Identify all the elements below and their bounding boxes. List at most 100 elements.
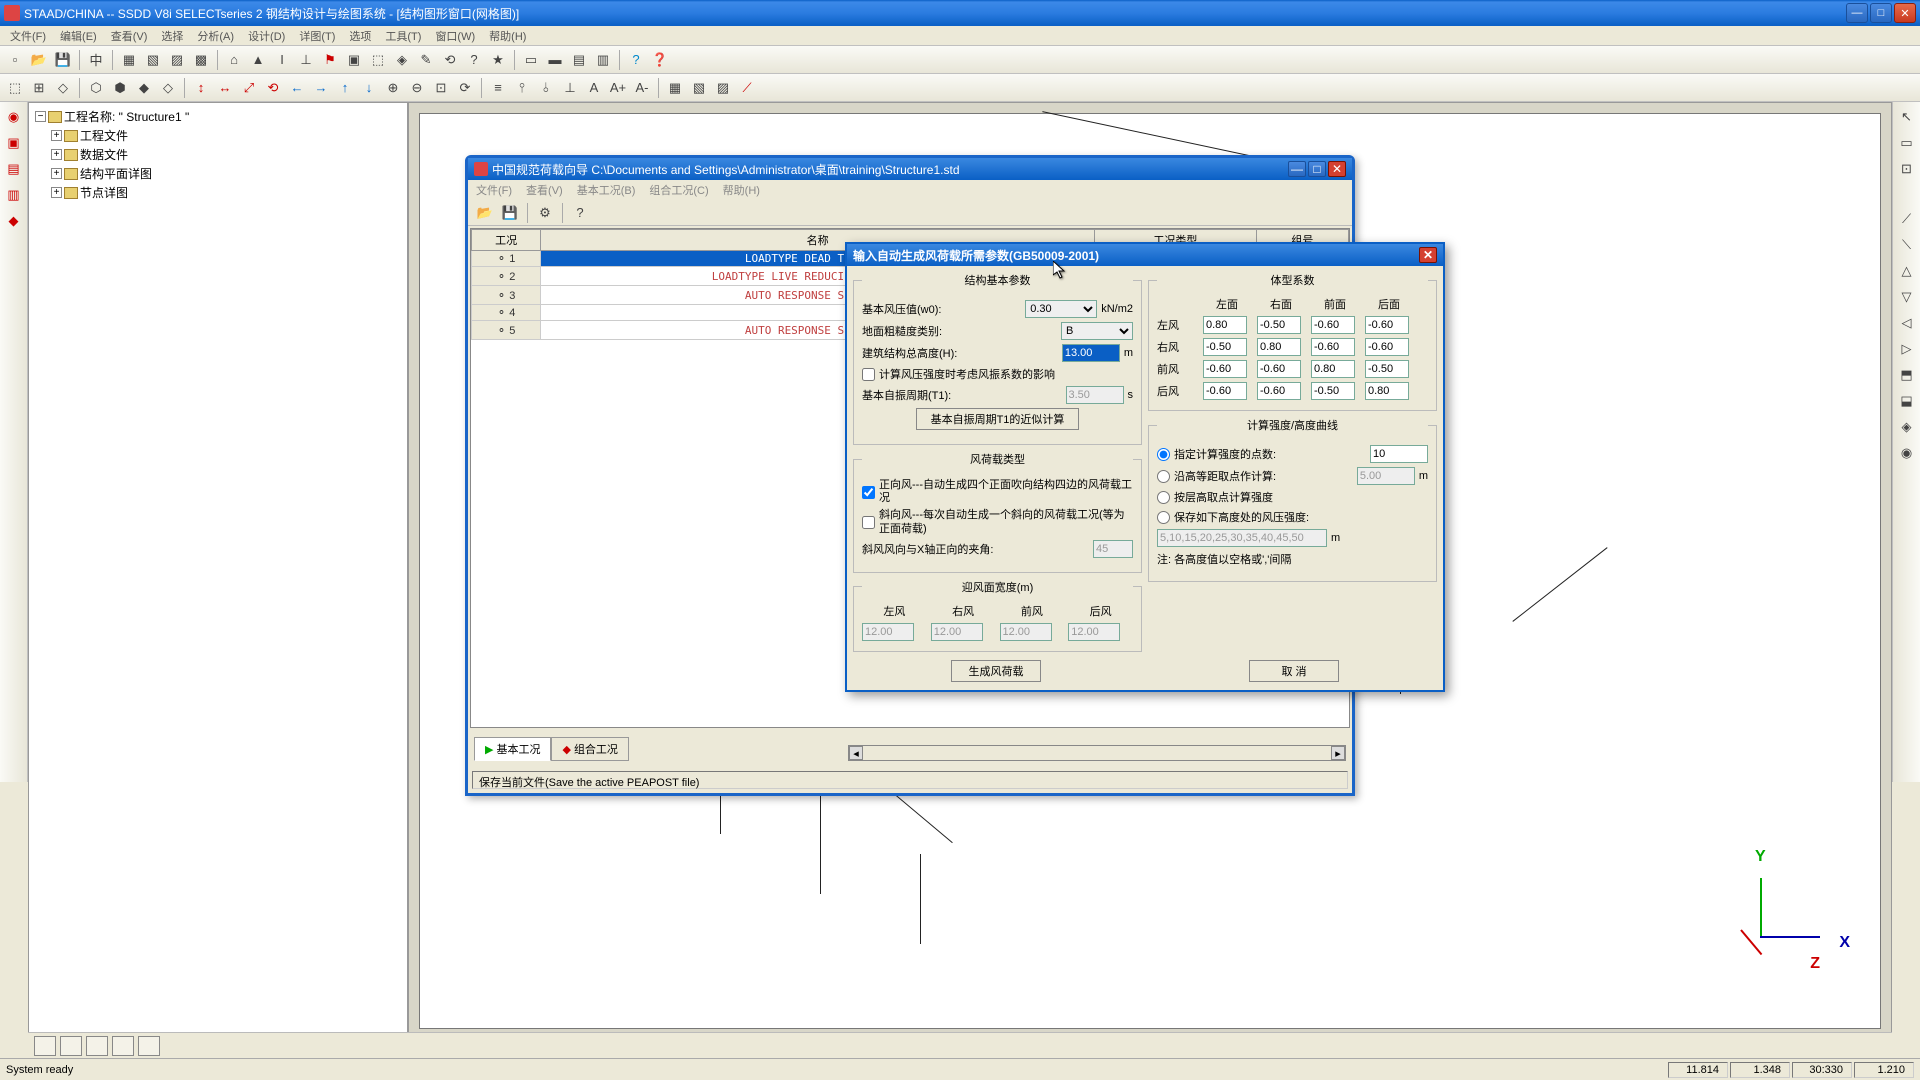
arrow-down-icon[interactable]: ↓ <box>358 77 380 99</box>
w0-select[interactable]: 0.30 <box>1025 300 1097 318</box>
t2-t-icon[interactable]: ▧ <box>688 77 710 99</box>
tree-item-1[interactable]: +数据文件 <box>33 145 403 164</box>
t2-p-icon[interactable]: A <box>583 77 605 99</box>
wiz-open-icon[interactable]: 📂 <box>474 202 496 224</box>
bi-5-icon[interactable] <box>138 1036 160 1056</box>
tool-c-icon[interactable]: ⊥ <box>295 49 317 71</box>
t2-c-icon[interactable]: ◇ <box>52 77 74 99</box>
tree-item-3[interactable]: +节点详图 <box>33 183 403 202</box>
coef-2-0[interactable] <box>1203 360 1247 378</box>
tool-e-icon[interactable]: ▣ <box>343 49 365 71</box>
vr-8-icon[interactable]: ◁ <box>1896 312 1918 334</box>
bi-2-icon[interactable] <box>60 1036 82 1056</box>
grid1-icon[interactable]: ▦ <box>118 49 140 71</box>
tool-j-icon[interactable]: ? <box>463 49 485 71</box>
vr-5-icon[interactable]: ⟍ <box>1896 234 1918 256</box>
diagonal-wind-checkbox[interactable] <box>862 516 875 529</box>
menu-item-10[interactable]: 帮助(H) <box>483 26 532 46</box>
coef-3-3[interactable] <box>1365 382 1409 400</box>
tool-k-icon[interactable]: ★ <box>487 49 509 71</box>
grid3-icon[interactable]: ▨ <box>166 49 188 71</box>
tool-a-icon[interactable]: ▲ <box>247 49 269 71</box>
t2-g-icon[interactable]: ◇ <box>157 77 179 99</box>
radio-equidist[interactable] <box>1157 470 1170 483</box>
t2-j-icon[interactable]: ⤢ <box>238 77 260 99</box>
zoom-out-icon[interactable]: ⊖ <box>406 77 428 99</box>
t2-q-icon[interactable]: A+ <box>607 77 629 99</box>
vr-2-icon[interactable]: ▭ <box>1896 132 1918 154</box>
generate-button[interactable]: 生成风荷载 <box>951 660 1041 682</box>
t2-n-icon[interactable]: ⫰ <box>535 77 557 99</box>
vr-11-icon[interactable]: ⬓ <box>1896 390 1918 412</box>
radio-heights[interactable] <box>1157 511 1170 524</box>
wizard-menu-1[interactable]: 查看(V) <box>526 182 563 198</box>
tool-f-icon[interactable]: ⬚ <box>367 49 389 71</box>
vl-5-icon[interactable]: ◆ <box>3 210 25 232</box>
coef-1-0[interactable] <box>1203 338 1247 356</box>
vl-2-icon[interactable]: ▣ <box>3 132 25 154</box>
menu-item-6[interactable]: 详图(T) <box>293 26 341 46</box>
wiz-help-icon[interactable]: ? <box>569 202 591 224</box>
menu-item-1[interactable]: 编辑(E) <box>54 26 103 46</box>
t2-h-icon[interactable]: ↕ <box>190 77 212 99</box>
menu-item-7[interactable]: 选项 <box>343 26 377 46</box>
coef-3-2[interactable] <box>1311 382 1355 400</box>
bi-4-icon[interactable] <box>112 1036 134 1056</box>
t2-d-icon[interactable]: ⬡ <box>85 77 107 99</box>
vl-4-icon[interactable]: ▥ <box>3 184 25 206</box>
coef-0-1[interactable] <box>1257 316 1301 334</box>
minimize-button[interactable]: — <box>1846 3 1868 23</box>
tab-basic[interactable]: ▶基本工况 <box>474 737 551 761</box>
vr-1-icon[interactable]: ↖ <box>1896 106 1918 128</box>
menu-item-4[interactable]: 分析(A) <box>191 26 240 46</box>
t2-a-icon[interactable]: ⬚ <box>4 77 26 99</box>
dialog-close-button[interactable]: ✕ <box>1419 247 1437 263</box>
arrow-up-icon[interactable]: ↑ <box>334 77 356 99</box>
vr-3-icon[interactable]: ⊡ <box>1896 158 1918 180</box>
coef-3-0[interactable] <box>1203 382 1247 400</box>
vl-1-icon[interactable]: ◉ <box>3 106 25 128</box>
tree-item-2[interactable]: +结构平面详图 <box>33 164 403 183</box>
wizard-close-button[interactable]: ✕ <box>1328 161 1346 177</box>
tab-combo[interactable]: ◆组合工况 <box>551 737 628 761</box>
t2-e-icon[interactable]: ⬢ <box>109 77 131 99</box>
vl-3-icon[interactable]: ▤ <box>3 158 25 180</box>
wizard-menu-0[interactable]: 文件(F) <box>476 182 512 198</box>
tool-o-icon[interactable]: ▥ <box>592 49 614 71</box>
coef-2-3[interactable] <box>1365 360 1409 378</box>
menu-item-9[interactable]: 窗口(W) <box>429 26 481 46</box>
tool-m-icon[interactable]: ▬ <box>544 49 566 71</box>
normal-wind-checkbox[interactable] <box>862 486 875 499</box>
t2-m-icon[interactable]: ⫯ <box>511 77 533 99</box>
tree-panel[interactable]: −工程名称: " Structure1 " +工程文件+数据文件+结构平面详图+… <box>28 102 408 1040</box>
wizard-menu-3[interactable]: 组合工况(C) <box>649 182 708 198</box>
arrow-right-icon[interactable]: → <box>310 77 332 99</box>
restore-button[interactable]: □ <box>1870 3 1892 23</box>
help-icon[interactable]: ? <box>625 49 647 71</box>
coef-2-2[interactable] <box>1311 360 1355 378</box>
height-input[interactable] <box>1062 344 1120 362</box>
points-input[interactable] <box>1370 445 1428 463</box>
save-icon[interactable]: 💾 <box>52 49 74 71</box>
new-icon[interactable]: ▫ <box>4 49 26 71</box>
tool-b-icon[interactable]: I <box>271 49 293 71</box>
close-button[interactable]: ✕ <box>1894 3 1916 23</box>
t2-u-icon[interactable]: ▨ <box>712 77 734 99</box>
grid4-icon[interactable]: ▩ <box>190 49 212 71</box>
open-icon[interactable]: 📂 <box>28 49 50 71</box>
menu-item-0[interactable]: 文件(F) <box>4 26 52 46</box>
vr-9-icon[interactable]: ▷ <box>1896 338 1918 360</box>
vr-13-icon[interactable]: ◉ <box>1896 442 1918 464</box>
t1-calc-button[interactable]: 基本自振周期T1的近似计算 <box>916 408 1080 430</box>
tool-g-icon[interactable]: ◈ <box>391 49 413 71</box>
coef-1-2[interactable] <box>1311 338 1355 356</box>
vr-10-icon[interactable]: ⬒ <box>1896 364 1918 386</box>
wizard-maximize-button[interactable]: □ <box>1308 161 1326 177</box>
wizard-hscroll[interactable]: ◂ ▸ <box>848 745 1346 761</box>
coef-1-1[interactable] <box>1257 338 1301 356</box>
wiz-tool-icon[interactable]: ⚙ <box>534 202 556 224</box>
vr-7-icon[interactable]: ▽ <box>1896 286 1918 308</box>
t2-o-icon[interactable]: ⊥ <box>559 77 581 99</box>
tool-l-icon[interactable]: ▭ <box>520 49 542 71</box>
ch-icon[interactable]: 中 <box>85 49 107 71</box>
